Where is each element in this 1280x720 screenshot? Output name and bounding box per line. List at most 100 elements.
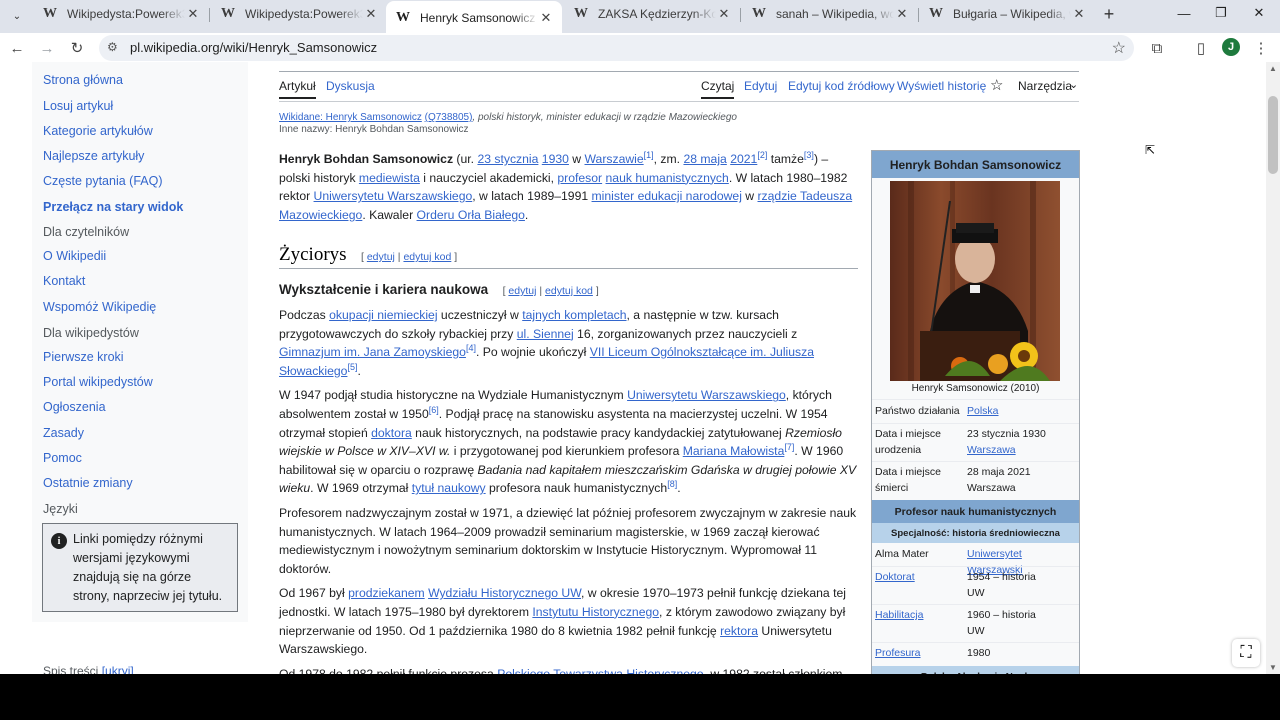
tab-discussion[interactable]: Dyskusja: [326, 79, 375, 93]
infobox-value-link[interactable]: Polska: [967, 403, 1077, 419]
tab-close-icon[interactable]: ✕: [894, 6, 910, 22]
toc-toggle-link[interactable]: [ukryj]: [102, 664, 134, 674]
sidebar-item-old-view[interactable]: Przełącz na stary widok: [43, 200, 183, 214]
arrow-left-icon: ←: [9, 39, 25, 57]
infobox-band-academy: Polska Akademia Nauk: [872, 666, 1079, 674]
sidebar-item-recent-changes[interactable]: Ostatnie zmiany: [43, 476, 133, 490]
birth-place-link[interactable]: Warszawa: [967, 444, 1016, 456]
portrait-photo[interactable]: [890, 181, 1060, 381]
sidebar-item-portal[interactable]: Portal wikipedystów: [43, 375, 153, 389]
infobox-key-link[interactable]: Doktorat: [875, 569, 965, 585]
scrollbar-thumb[interactable]: [1268, 96, 1278, 174]
chevron-down-icon: ⌄: [12, 10, 22, 22]
article-body-education: Podczas okupacji niemieckiej uczestniczy…: [279, 306, 859, 674]
sidebar-heading-languages: Języki: [43, 502, 78, 516]
birth-date: 23 stycznia 1930: [967, 428, 1046, 440]
tab-search-button[interactable]: ⌄: [6, 5, 28, 27]
tab-6[interactable]: W Bułgaria – Wikipedia, wolna en ✕: [919, 1, 1095, 27]
forward-button[interactable]: →: [36, 37, 58, 59]
site-info-icon[interactable]: ⚙: [107, 40, 118, 54]
tab-4[interactable]: W ZAKSA Kędzierzyn-Koźle – Wik ✕: [564, 1, 741, 27]
paragraph: W 1947 podjął studia historyczne na Wydz…: [279, 388, 857, 496]
edit-source-section-link[interactable]: edytuj kod: [545, 285, 593, 297]
chevron-down-icon[interactable]: ⌄: [1069, 78, 1078, 91]
back-button[interactable]: ←: [6, 37, 28, 59]
section-edit-links: [ edytuj | edytuj kod ]: [361, 251, 457, 263]
tab-close-icon[interactable]: ✕: [1071, 6, 1087, 22]
edit-section-link[interactable]: edytuj: [367, 251, 395, 263]
wikidata-qid-link[interactable]: (Q738805): [425, 112, 473, 123]
death-place: Warszawa: [967, 482, 1016, 494]
sidebar-item-first-steps[interactable]: Pierwsze kroki: [43, 350, 124, 364]
sidebar-item-random[interactable]: Losuj artykuł: [43, 99, 113, 113]
paragraph: Od 1967 był prodziekanem Wydziału Histor…: [279, 586, 846, 657]
extensions-button[interactable]: ⧉: [1146, 37, 1168, 59]
infobox-value: 23 stycznia 1930 Warszawa: [967, 426, 1077, 458]
tab-history[interactable]: Wyświetl historię: [897, 79, 986, 93]
new-tab-button[interactable]: +: [1099, 4, 1119, 24]
tab-5[interactable]: W sanah – Wikipedia, wolna encyk ✕: [742, 1, 919, 27]
sidebar-item-faq[interactable]: Częste pytania (FAQ): [43, 174, 163, 188]
scroll-down-icon[interactable]: ▼: [1269, 663, 1277, 672]
close-window-button[interactable]: ✕: [1246, 3, 1272, 23]
wikipedia-favicon-icon: W: [929, 6, 943, 21]
infobox-key-link[interactable]: Habilitacja: [875, 607, 965, 623]
pipe: |: [539, 285, 543, 297]
tab-read[interactable]: Czytaj: [701, 79, 735, 99]
tab-2[interactable]: W Wikipedysta:Powerek38/brudn ✕: [211, 1, 387, 27]
tab-close-icon[interactable]: ✕: [716, 6, 732, 22]
section-title: Życiorys: [279, 244, 347, 265]
tab-edit[interactable]: Edytuj: [744, 79, 777, 93]
tab-close-icon[interactable]: ✕: [185, 6, 201, 22]
fullscreen-button[interactable]: ⛶: [1232, 639, 1260, 667]
reload-button[interactable]: ↻: [66, 37, 88, 59]
tab-close-icon[interactable]: ✕: [538, 10, 554, 26]
tab-title: Wikipedysta:Powerek38/brudn: [67, 7, 185, 21]
sidebar-item-rules[interactable]: Zasady: [43, 426, 84, 440]
close-icon: ✕: [1253, 5, 1265, 20]
tab-title: Wikipedysta:Powerek38/brudn: [245, 7, 363, 21]
page-scrollbar[interactable]: ▲ ▼: [1266, 62, 1280, 674]
sidebar-item-best[interactable]: Najlepsze artykuły: [43, 149, 144, 163]
bracket: ]: [454, 251, 458, 263]
address-bar[interactable]: ⚙ pl.wikipedia.org/wiki/Henryk_Samsonowi…: [99, 35, 1134, 61]
sidebar-item-contact[interactable]: Kontakt: [43, 274, 85, 288]
sidebar-item-announcements[interactable]: Ogłoszenia: [43, 400, 106, 414]
tab-article[interactable]: Artykuł: [279, 79, 316, 99]
wikidata-link[interactable]: Wikidane: Henryk Samsonowicz: [279, 112, 422, 123]
scroll-up-icon[interactable]: ▲: [1269, 64, 1277, 73]
bracket: [: [361, 251, 364, 263]
tab-edit-source[interactable]: Edytuj kod źródłowy: [788, 79, 895, 93]
tools-menu[interactable]: Narzędzia: [1018, 79, 1072, 93]
edit-section-link[interactable]: edytuj: [508, 285, 536, 297]
maximize-button[interactable]: ❐: [1208, 3, 1234, 23]
sidebar-item-about[interactable]: O Wikipedii: [43, 249, 106, 263]
sidebar-item-main-page[interactable]: Strona główna: [43, 73, 123, 87]
infobox-key: Państwo działania: [875, 405, 960, 417]
pipe: |: [397, 251, 401, 263]
tab-title: Bułgaria – Wikipedia, wolna en: [953, 7, 1071, 21]
tab-strip: ⌄ W Wikipedysta:Powerek38/brudn ✕ W Wiki…: [0, 0, 1280, 34]
profile-avatar[interactable]: J: [1222, 38, 1240, 56]
edit-source-section-link[interactable]: edytuj kod: [403, 251, 451, 263]
sidebar-item-help[interactable]: Pomoc: [43, 451, 82, 465]
tab-close-icon[interactable]: ✕: [363, 6, 379, 22]
side-panel-button[interactable]: ▯: [1190, 37, 1212, 59]
watch-star-icon[interactable]: ☆: [990, 76, 1003, 94]
plus-icon: +: [1103, 3, 1115, 24]
url-text[interactable]: pl.wikipedia.org/wiki/Henryk_Samsonowicz: [130, 40, 377, 55]
sidebar-item-donate[interactable]: Wspomóż Wikipedię: [43, 300, 156, 314]
bookmark-star-icon[interactable]: ☆: [1112, 38, 1126, 58]
browser-menu-button[interactable]: ⋮: [1250, 37, 1272, 59]
browser-toolbar: ← → ↻ ⚙ pl.wikipedia.org/wiki/Henryk_Sam…: [0, 33, 1280, 62]
sidebar-item-categories[interactable]: Kategorie artykułów: [43, 124, 153, 138]
tab-3-active[interactable]: W Henryk Samsonowicz – Wikiped ✕: [386, 1, 562, 34]
minimize-button[interactable]: —: [1171, 3, 1197, 23]
infobox-key-link[interactable]: Profesura: [875, 645, 965, 661]
doctorate-institution: UW: [967, 587, 985, 599]
subsection-title: Wykształcenie i kariera naukowa: [279, 282, 489, 297]
article-body: Henryk Bohdan Samsonowicz (ur. 23 styczn…: [279, 150, 859, 230]
tab-1[interactable]: W Wikipedysta:Powerek38/brudn ✕: [33, 1, 210, 27]
side-panel-icon: ▯: [1196, 40, 1206, 57]
subsection-heading-education: Wykształcenie i kariera naukowa [ edytuj…: [279, 281, 599, 299]
